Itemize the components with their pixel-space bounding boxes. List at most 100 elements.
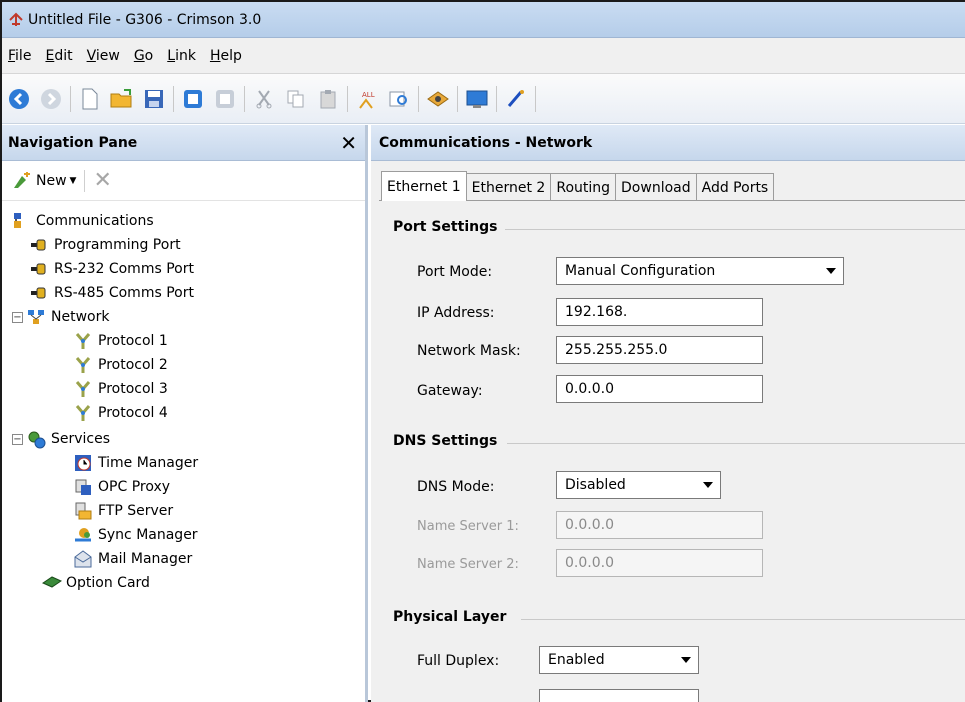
tab-routing[interactable]: Routing — [550, 173, 617, 201]
menu-edit-mnemonic: E — [45, 47, 55, 64]
open-folder-icon[interactable] — [109, 86, 135, 112]
menu-go[interactable]: Go — [134, 48, 153, 64]
menu-view-mnemonic: V — [86, 47, 96, 64]
monitor-icon[interactable] — [464, 86, 490, 112]
port-mode-label: Port Mode: — [417, 264, 493, 280]
svg-text:ALL: ALL — [362, 91, 375, 99]
tree-item-opc-proxy[interactable]: OPC Proxy — [74, 475, 170, 499]
name-server-1-field[interactable]: 0.0.0.0 — [556, 511, 763, 539]
new-file-icon[interactable] — [77, 86, 103, 112]
menu-view[interactable]: View — [87, 48, 120, 64]
copy-icon[interactable] — [283, 86, 309, 112]
sync-manager-icon — [74, 526, 92, 544]
dropdown-arrow-icon[interactable] — [678, 692, 694, 702]
wand-icon[interactable] — [503, 86, 529, 112]
window-icon[interactable] — [180, 86, 206, 112]
tree-item-protocol-3[interactable]: Protocol 3 — [74, 377, 168, 401]
full-duplex-value: Enabled — [548, 652, 605, 668]
select-all-icon[interactable]: ALL — [354, 86, 380, 112]
name-server-2-field[interactable]: 0.0.0.0 — [556, 549, 763, 577]
group-divider — [507, 443, 965, 444]
physical-layer-title: Physical Layer — [393, 609, 507, 625]
name-server-1-label: Name Server 1: — [417, 519, 519, 534]
network-mask-field[interactable]: 255.255.255.0 — [556, 336, 763, 364]
tree-item-protocol-4[interactable]: Protocol 4 — [74, 401, 168, 425]
tree-item-label: Protocol 4 — [98, 405, 168, 421]
tree-item-protocol-2[interactable]: Protocol 2 — [74, 353, 168, 377]
gateway-field[interactable]: 0.0.0.0 — [556, 375, 763, 403]
tree-item-label: Communications — [36, 213, 154, 229]
save-icon[interactable] — [141, 86, 167, 112]
link-icon[interactable] — [425, 86, 451, 112]
dns-mode-select[interactable]: Disabled — [556, 471, 721, 499]
dns-mode-value: Disabled — [565, 477, 626, 493]
tree-item-label: Services — [51, 431, 111, 447]
name-server-2-label: Name Server 2: — [417, 557, 519, 572]
tree-item-programming-port[interactable]: Programming Port — [30, 233, 181, 257]
forward-icon[interactable] — [38, 86, 64, 112]
time-manager-icon — [74, 454, 92, 472]
tree-item-label: Time Manager — [98, 455, 199, 471]
navigation-pane-title: Navigation Pane — [8, 134, 138, 151]
close-icon[interactable]: ✕ — [340, 133, 357, 153]
tree-item-time-manager[interactable]: Time Manager — [74, 451, 198, 475]
group-divider — [521, 619, 965, 620]
find-icon[interactable] — [386, 86, 412, 112]
menu-help-label: elp — [220, 47, 242, 64]
tree-item-services[interactable]: − Services — [12, 427, 110, 451]
tree-item-sync-manager[interactable]: Sync Manager — [74, 523, 198, 547]
tab-add-ports[interactable]: Add Ports — [695, 173, 775, 201]
port-icon — [30, 236, 48, 254]
menu-bar: File Edit View Go Link Help — [2, 38, 965, 74]
tree-item-network[interactable]: − Network — [12, 305, 109, 329]
dns-mode-label: DNS Mode: — [417, 479, 495, 495]
tree-item-label: Protocol 3 — [98, 381, 168, 397]
ip-address-field[interactable]: 192.168. — [556, 298, 763, 326]
tree-item-ftp-server[interactable]: FTP Server — [74, 499, 173, 523]
tab-ethernet-1[interactable]: Ethernet 1 — [381, 171, 467, 201]
menu-help[interactable]: Help — [210, 48, 242, 64]
full-duplex-select[interactable]: Enabled — [539, 646, 699, 674]
port-settings-title: Port Settings — [393, 219, 498, 235]
tree-item-protocol-1[interactable]: Protocol 1 — [74, 329, 168, 353]
tab-download[interactable]: Download — [615, 173, 697, 201]
menu-file[interactable]: File — [8, 48, 31, 64]
new-button[interactable]: New ▼ — [12, 171, 76, 190]
tree-item-communications[interactable]: Communications — [12, 209, 154, 233]
high-speed-select[interactable] — [539, 689, 699, 702]
tab-ethernet-2[interactable]: Ethernet 2 — [465, 173, 552, 201]
window-disabled-icon[interactable] — [212, 86, 238, 112]
collapse-icon[interactable]: − — [12, 311, 23, 323]
delete-icon[interactable]: ✕ — [93, 168, 111, 193]
toolbar-separator — [347, 85, 348, 112]
menu-edit[interactable]: Edit — [45, 48, 72, 64]
tree-item-label: Option Card — [66, 575, 150, 591]
paste-icon[interactable] — [315, 86, 341, 112]
menu-go-mnemonic: G — [133, 47, 145, 64]
tree-item-rs485-comms-port[interactable]: RS-485 Comms Port — [30, 281, 194, 305]
cut-icon[interactable] — [251, 86, 277, 112]
dropdown-arrow-icon[interactable] — [700, 477, 716, 493]
tree-item-rs232-comms-port[interactable]: RS-232 Comms Port — [30, 257, 194, 281]
dropdown-arrow-icon[interactable] — [678, 652, 694, 668]
menu-view-label: iew — [95, 47, 120, 64]
tree-item-mail-manager[interactable]: Mail Manager — [74, 547, 192, 571]
menu-link[interactable]: Link — [167, 48, 196, 64]
protocol-icon — [74, 356, 92, 374]
toolbar-separator — [84, 169, 86, 192]
option-card-icon — [41, 574, 63, 592]
editor-title: Communications - Network — [371, 125, 965, 161]
tree-item-label: FTP Server — [98, 503, 174, 519]
tree-item-option-card[interactable]: Option Card — [41, 571, 150, 595]
new-item-icon — [14, 171, 30, 188]
port-icon — [30, 284, 48, 302]
port-mode-select[interactable]: Manual Configuration — [556, 257, 844, 285]
tree-item-label: RS-232 Comms Port — [54, 261, 194, 277]
back-icon[interactable] — [6, 86, 32, 112]
protocol-icon — [74, 404, 92, 422]
toolbar: ALL — [2, 74, 965, 124]
dns-settings-title: DNS Settings — [393, 433, 498, 449]
tree-item-label: Sync Manager — [98, 527, 198, 543]
dropdown-arrow-icon[interactable] — [823, 263, 839, 279]
collapse-icon[interactable]: − — [12, 433, 23, 445]
